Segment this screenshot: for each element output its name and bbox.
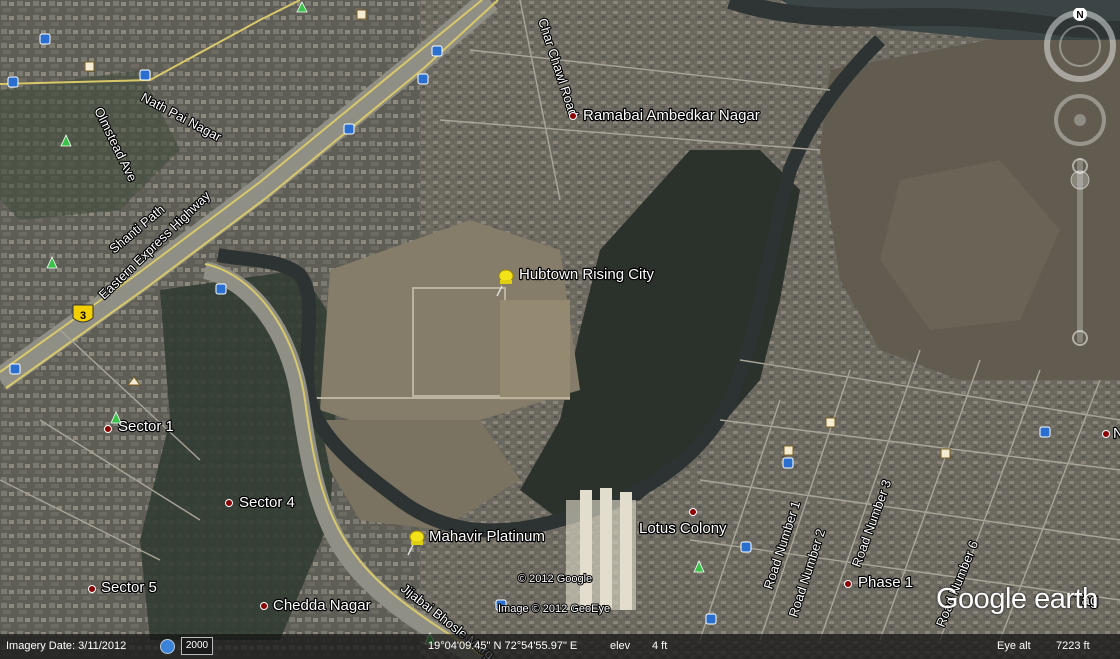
compass-ring[interactable] [1044, 10, 1116, 82]
highway-shield-icon[interactable]: 3 [72, 304, 94, 323]
red-dot-icon [225, 499, 233, 507]
historical-imagery-clock-icon[interactable] [160, 639, 175, 654]
poi-label: Ramabai Ambedkar Nagar [583, 107, 760, 124]
move-joystick-center[interactable] [1074, 114, 1086, 126]
red-dot-icon [689, 508, 697, 516]
eye-alt-value: 7223 ft [1056, 640, 1090, 652]
zoom-slider-handle[interactable] [1070, 170, 1090, 190]
poi-label: Lotus Colony [639, 520, 727, 537]
bus-stop-icon [740, 541, 752, 553]
highway-shield-number: 3 [80, 310, 86, 322]
status-bar: Imagery Date: 3/11/2012 2000 19°04'09.45… [0, 634, 1120, 659]
look-joystick[interactable] [1059, 25, 1101, 67]
building-icon [84, 61, 95, 72]
bus-stop-icon [431, 45, 443, 57]
poi-label: Sector 4 [239, 494, 295, 511]
red-dot-icon [844, 580, 852, 588]
elev-label: elev [610, 640, 631, 652]
placemark-label: Hubtown Rising City [519, 266, 655, 283]
bus-stop-icon [1039, 426, 1051, 438]
bus-stop-icon [7, 76, 19, 88]
copyright-google: © 2012 Google [518, 573, 592, 585]
poi-label: Sector 1 [118, 418, 174, 435]
site-plot [500, 300, 570, 400]
coordinates: 19°04'09.45" N 72°54'55.97" E [428, 640, 578, 652]
poi-label: N [1113, 425, 1120, 442]
red-dot-icon [88, 585, 96, 593]
historical-imagery-year[interactable]: 2000 [181, 637, 213, 655]
eye-alt-label: Eye alt [997, 640, 1031, 652]
building-icon [825, 417, 836, 428]
building-icon [940, 448, 951, 459]
elev-value: 4 ft [652, 640, 668, 652]
bus-stop-icon [705, 613, 717, 625]
google-earth-logo: Google earth [936, 583, 1098, 615]
poi-label: Chedda Nagar [273, 597, 371, 614]
map-view[interactable]: Char Chawl Road Nath Pai Nagar Olmstead … [0, 0, 1120, 659]
apartment-blocks [566, 488, 636, 610]
red-dot-icon [1102, 430, 1110, 438]
placemark-label: Mahavir Platinum [429, 528, 545, 545]
bus-stop-icon [343, 123, 355, 135]
poi-label: Sector 5 [101, 579, 157, 596]
building-icon [356, 9, 367, 20]
bus-stop-icon [215, 283, 227, 295]
bus-stop-icon [417, 73, 429, 85]
bus-stop-icon [9, 363, 21, 375]
poi-label: Phase 1 [858, 574, 913, 591]
red-dot-icon [260, 602, 268, 610]
bus-stop-icon [39, 33, 51, 45]
bus-stop-icon [139, 69, 151, 81]
copyright-geoeye: Image © 2012 GeoEye [498, 603, 610, 615]
navigation-controls[interactable]: N [1040, 8, 1120, 358]
poi-chedda-nagar[interactable]: Chedda Nagar [260, 596, 372, 615]
satellite-imagery[interactable]: Char Chawl Road Nath Pai Nagar Olmstead … [0, 0, 1120, 659]
poi-ramabai[interactable]: Ramabai Ambedkar Nagar [569, 106, 761, 125]
building-icon [783, 445, 794, 456]
compass-north-label: N [1076, 10, 1083, 21]
bus-stop-icon [782, 457, 794, 469]
red-dot-icon [104, 425, 112, 433]
red-dot-icon [569, 112, 577, 120]
imagery-date: Imagery Date: 3/11/2012 [6, 640, 127, 652]
